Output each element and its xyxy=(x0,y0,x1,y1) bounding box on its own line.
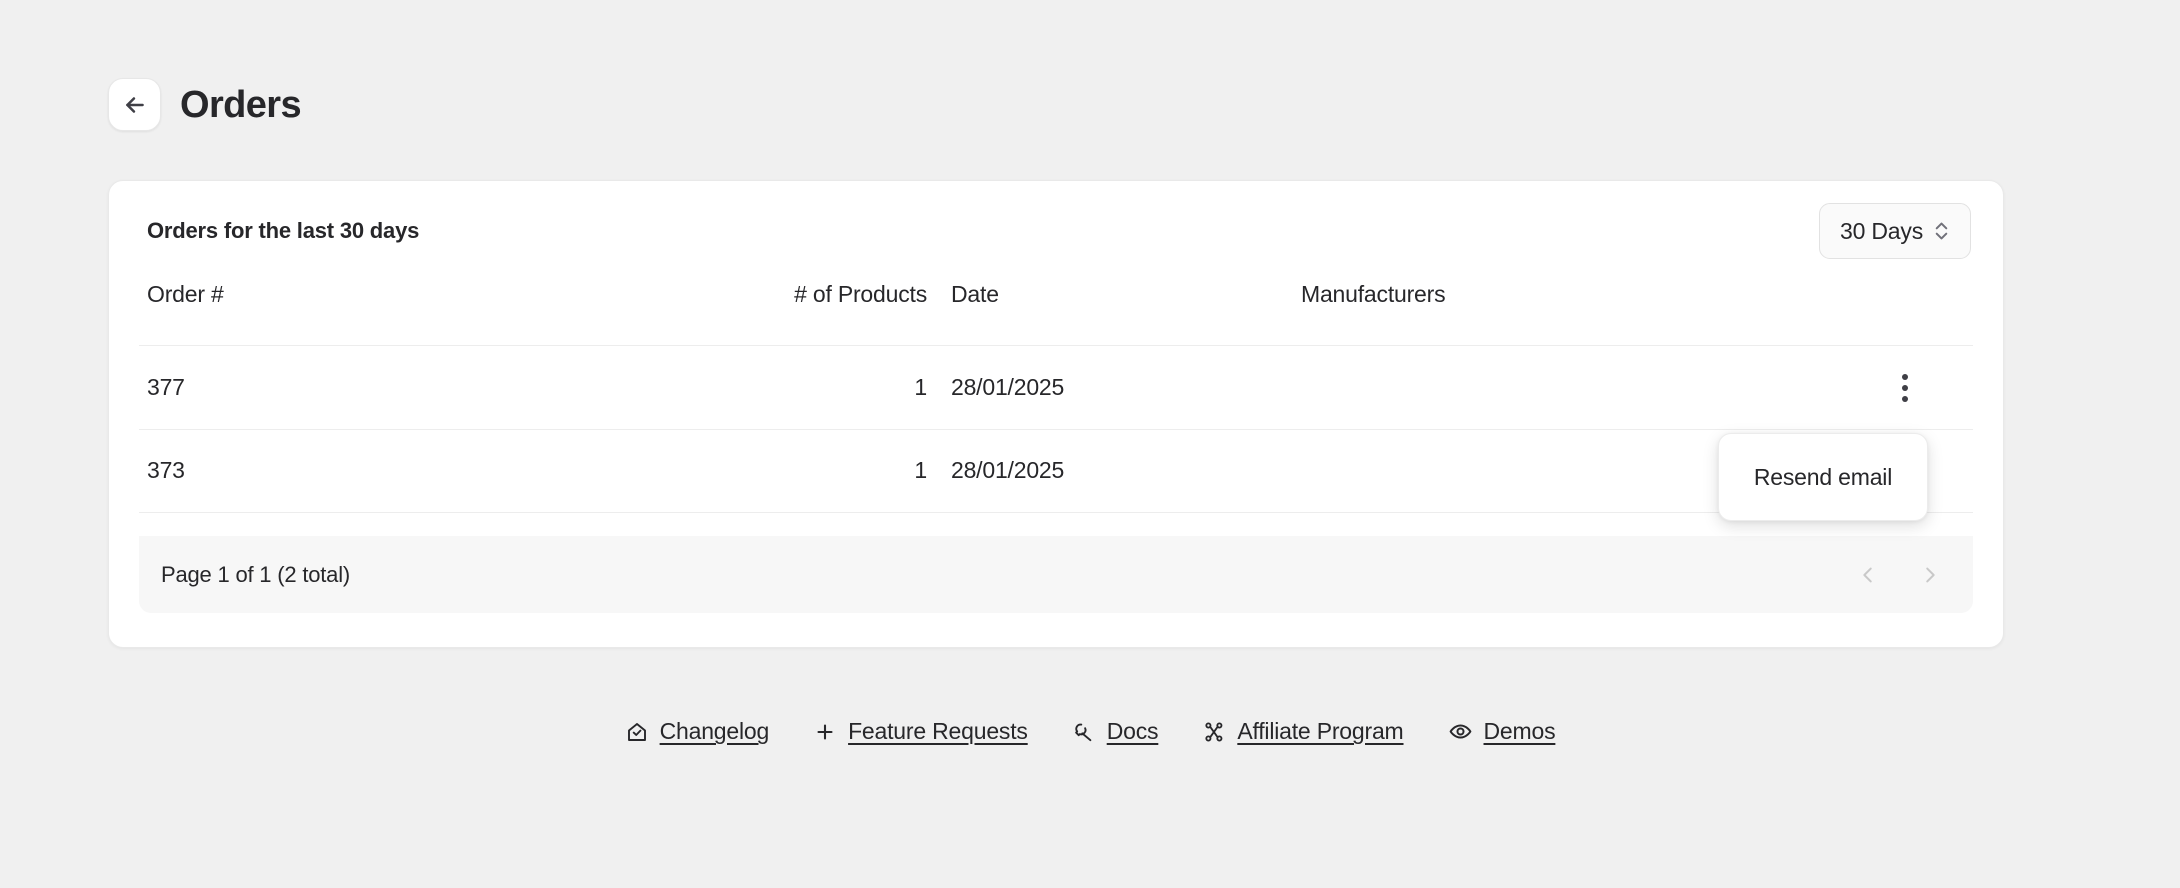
date-range-select[interactable]: 30 Days xyxy=(1819,203,1971,259)
back-button[interactable] xyxy=(108,78,161,131)
link-feature-requests-label: Feature Requests xyxy=(848,718,1028,745)
link-changelog-label: Changelog xyxy=(660,718,769,745)
page-header: Orders xyxy=(108,78,301,131)
row-actions-button[interactable] xyxy=(1883,366,1927,410)
table-pagination: Page 1 of 1 (2 total) xyxy=(139,536,1973,613)
cell-order-number: 373 xyxy=(147,457,657,485)
chevron-left-icon xyxy=(1857,564,1879,586)
orders-table: Order # # of Products Date Manufacturers… xyxy=(139,281,1973,513)
table-row[interactable]: 377 1 28/01/2025 xyxy=(139,345,1973,429)
cell-num-products: 1 xyxy=(657,457,927,485)
link-docs[interactable]: Docs xyxy=(1072,718,1159,745)
orders-card: Orders for the last 30 days 30 Days Orde… xyxy=(108,180,2004,648)
link-demos[interactable]: Demos xyxy=(1448,718,1556,745)
cell-order-number: 377 xyxy=(147,374,657,402)
next-page-button[interactable] xyxy=(1912,557,1948,593)
home-check-icon xyxy=(625,720,649,744)
link-affiliate-program[interactable]: Affiliate Program xyxy=(1202,718,1403,745)
arrow-left-icon xyxy=(122,92,148,118)
resend-email-menu-item[interactable]: Resend email xyxy=(1754,464,1892,491)
page-title: Orders xyxy=(180,86,301,124)
pagination-controls xyxy=(1850,557,1948,593)
table-row[interactable]: 373 1 28/01/2025 xyxy=(139,429,1973,513)
table-header-row: Order # # of Products Date Manufacturers xyxy=(139,281,1973,345)
cell-actions xyxy=(1845,366,1965,410)
chevron-right-icon xyxy=(1919,564,1941,586)
link-changelog[interactable]: Changelog xyxy=(625,718,769,745)
link-demos-label: Demos xyxy=(1484,718,1556,745)
link-affiliate-program-label: Affiliate Program xyxy=(1237,718,1403,745)
previous-page-button[interactable] xyxy=(1850,557,1886,593)
card-header: Orders for the last 30 days 30 Days xyxy=(109,181,2003,281)
card-title: Orders for the last 30 days xyxy=(139,218,419,244)
plus-icon xyxy=(813,720,837,744)
kebab-menu-icon xyxy=(1902,374,1908,402)
eye-icon xyxy=(1448,719,1473,744)
link-feature-requests[interactable]: Feature Requests xyxy=(813,718,1028,745)
cell-date: 28/01/2025 xyxy=(927,457,1277,485)
column-header-manufacturers: Manufacturers xyxy=(1277,281,1845,309)
site-links: Changelog Feature Requests Docs xyxy=(0,718,2180,745)
cell-date: 28/01/2025 xyxy=(927,374,1277,402)
share-nodes-icon xyxy=(1202,720,1226,744)
date-range-value: 30 Days xyxy=(1840,218,1923,245)
wrench-icon xyxy=(1072,720,1096,744)
pagination-info: Page 1 of 1 (2 total) xyxy=(161,562,350,588)
column-header-date: Date xyxy=(927,281,1277,309)
column-header-num-products: # of Products xyxy=(657,281,927,309)
column-header-order: Order # xyxy=(147,281,657,309)
row-actions-popover: Resend email xyxy=(1718,433,1928,521)
orders-page: Orders Orders for the last 30 days 30 Da… xyxy=(0,0,2180,888)
chevron-up-down-icon xyxy=(1933,219,1950,243)
link-docs-label: Docs xyxy=(1107,718,1159,745)
cell-num-products: 1 xyxy=(657,374,927,402)
